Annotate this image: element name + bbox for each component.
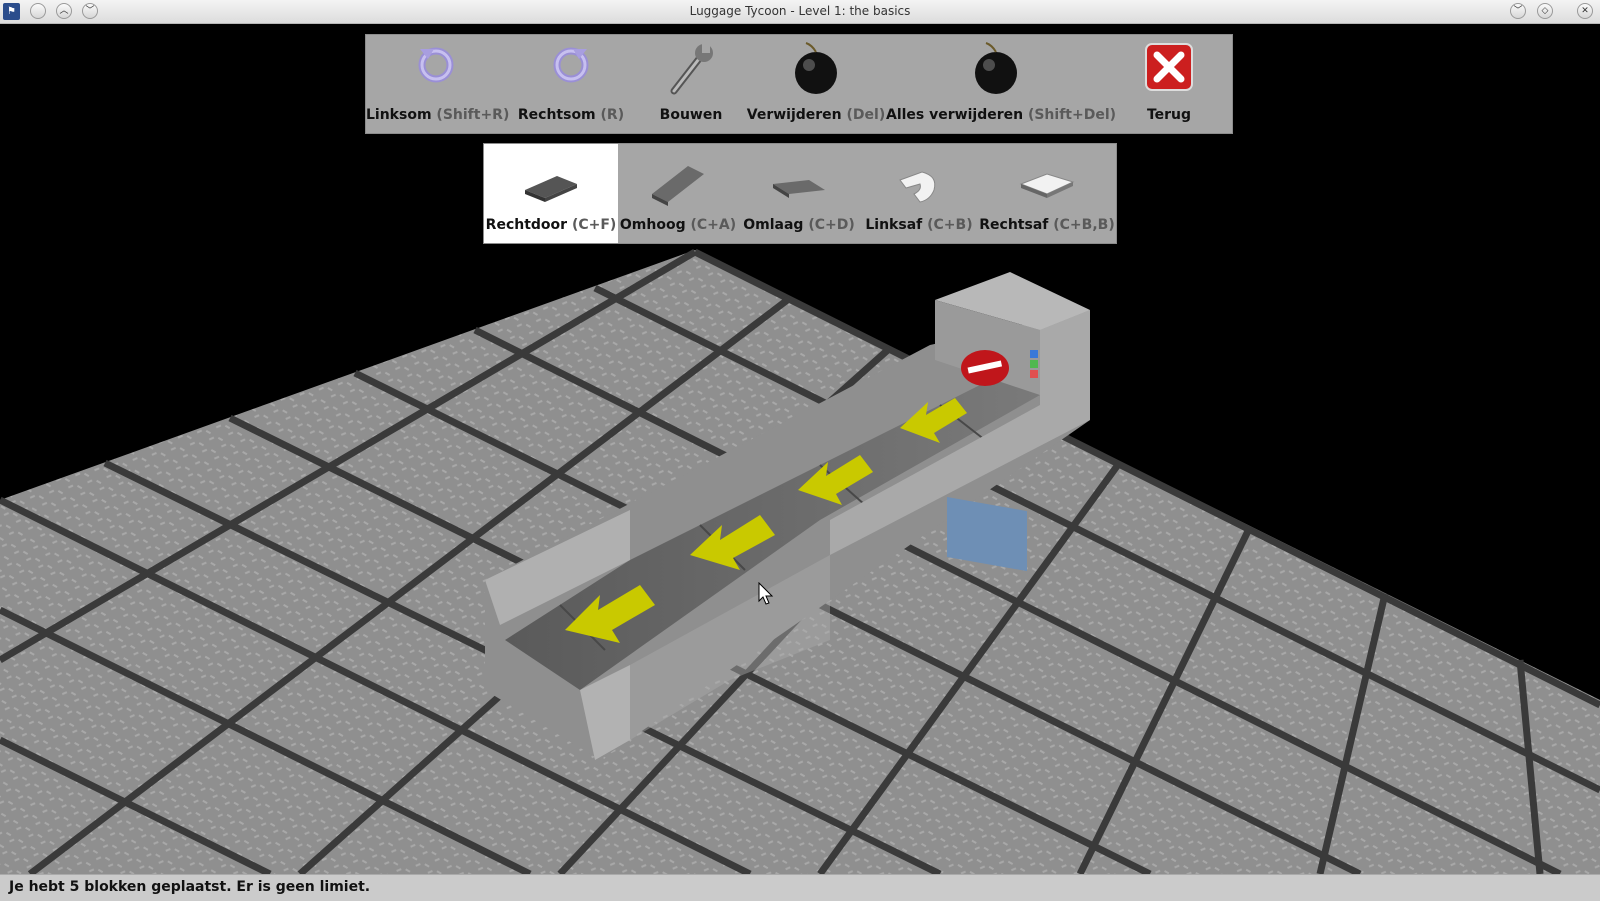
tool-label: Bouwen bbox=[659, 107, 723, 123]
rotate-right-button[interactable]: Rechtsom (R) bbox=[506, 35, 636, 133]
close-window-icon[interactable]: ✕ bbox=[1577, 3, 1593, 19]
ramp-down-block-icon bbox=[773, 180, 825, 198]
maximize-icon[interactable]: ◇ bbox=[1537, 3, 1553, 19]
block-shortcut: (C+B,B) bbox=[1053, 217, 1115, 233]
tool-label: Linksom bbox=[366, 107, 432, 123]
tool-label: Terug bbox=[1146, 107, 1192, 123]
block-shortcut: (C+B) bbox=[927, 217, 973, 233]
block-label: Omhoog bbox=[619, 217, 686, 233]
block-down-button[interactable]: Omlaag (C+D) bbox=[738, 144, 860, 243]
tool-shortcut: (R) bbox=[600, 107, 625, 123]
delete-button[interactable]: Verwijderen (Del) bbox=[746, 35, 886, 133]
tool-shortcut: (Del) bbox=[846, 107, 886, 123]
status-message: Je hebt 5 blokken geplaatst. Er is geen … bbox=[9, 879, 371, 895]
block-left-button[interactable]: Linksaf (C+B) bbox=[860, 144, 978, 243]
tool-shortcut: (Shift+R) bbox=[436, 107, 510, 123]
block-label: Linksaf bbox=[865, 217, 923, 233]
block-up-button[interactable]: Omhoog (C+A) bbox=[618, 144, 738, 243]
tool-label: Rechtsom bbox=[517, 107, 596, 123]
back-button[interactable]: Terug bbox=[1106, 35, 1232, 133]
block-label: Rechtdoor bbox=[485, 217, 568, 233]
block-shortcut: (C+D) bbox=[808, 217, 855, 233]
block-shortcut: (C+A) bbox=[690, 217, 737, 233]
block-shortcut: (C+F) bbox=[571, 217, 617, 233]
block-label: Rechtsaf bbox=[979, 217, 1049, 233]
rotate-left-button[interactable]: Linksom (Shift+R) bbox=[366, 35, 510, 133]
block-toolbar: Rechtdoor (C+F) Omhoog (C+A) Omlaag (C+D… bbox=[483, 143, 1117, 244]
minimize-icon[interactable]: ﹀ bbox=[1510, 3, 1526, 19]
wrench-icon bbox=[670, 43, 713, 95]
tool-label: Verwijderen bbox=[746, 107, 842, 123]
block-right-button[interactable]: Rechtsaf (C+B,B) bbox=[978, 144, 1116, 243]
status-bar: Je hebt 5 blokken geplaatst. Er is geen … bbox=[0, 874, 1600, 901]
straight-block-icon bbox=[525, 176, 577, 202]
ramp-up-block-icon bbox=[652, 166, 704, 206]
mouse-cursor-icon bbox=[758, 582, 774, 605]
block-straight-button[interactable]: Rechtdoor (C+F) bbox=[484, 144, 618, 243]
main-toolbar: Linksom (Shift+R) Rechtsom (R) Bouwen Ve… bbox=[365, 34, 1233, 134]
turn-left-block-icon bbox=[899, 171, 936, 203]
delete-all-button[interactable]: Alles verwijderen (Shift+Del) bbox=[886, 35, 1116, 133]
bomb-icon bbox=[975, 42, 1017, 94]
turn-right-block-icon bbox=[1019, 173, 1075, 198]
block-label: Omlaag bbox=[743, 217, 804, 233]
rotate-left-icon bbox=[418, 47, 454, 83]
tool-label: Alles verwijderen bbox=[886, 107, 1024, 123]
window-title: Luggage Tycoon - Level 1: the basics bbox=[689, 4, 911, 18]
tool-shortcut: (Shift+Del) bbox=[1027, 107, 1117, 123]
rotate-right-icon bbox=[553, 47, 589, 83]
build-button[interactable]: Bouwen bbox=[636, 35, 746, 133]
close-icon bbox=[1145, 43, 1193, 91]
bomb-icon bbox=[795, 42, 837, 94]
window-titlebar: ⚑ ︿ ﹀ Luggage Tycoon - Level 1: the basi… bbox=[0, 0, 1600, 24]
